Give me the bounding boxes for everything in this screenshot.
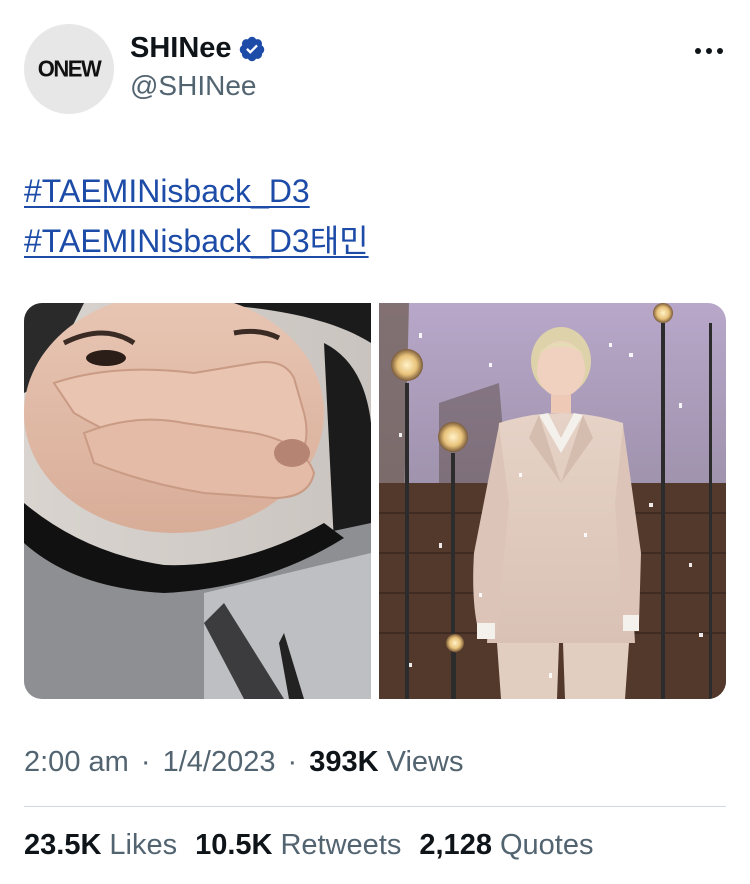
avatar[interactable]: ONEW bbox=[24, 24, 114, 114]
likes-label: Likes bbox=[109, 829, 178, 861]
tweet-time[interactable]: 2:00 am bbox=[24, 746, 129, 778]
photo-stage[interactable] bbox=[379, 303, 726, 699]
tweet-text: #TAEMINisback_D3 #TAEMINisback_D3태민 bbox=[24, 166, 369, 266]
separator-dot: · bbox=[287, 746, 298, 778]
retweets-label: Retweets bbox=[280, 829, 402, 861]
user-handle[interactable]: @SHINee bbox=[130, 70, 256, 102]
engagement-stats: 23.5K Likes 10.5K Retweets 2,128 Quotes bbox=[24, 829, 593, 862]
hashtag-link[interactable]: #TAEMINisback_D3태민 bbox=[24, 216, 369, 266]
tweet-header: ONEW SHINee @SHINee bbox=[24, 24, 726, 116]
likes-count: 23.5K bbox=[24, 829, 102, 861]
tweet-meta: 2:00 am · 1/4/2023 · 393K Views bbox=[24, 746, 464, 779]
retweets-stat[interactable]: 10.5K Retweets bbox=[195, 829, 401, 862]
media-grid bbox=[24, 303, 726, 699]
avatar-logo-text: ONEW bbox=[37, 55, 102, 82]
views-count: 393K bbox=[309, 746, 379, 778]
hashtag-link[interactable]: #TAEMINisback_D3 bbox=[24, 166, 369, 216]
more-options-icon[interactable] bbox=[692, 34, 726, 68]
quotes-stat[interactable]: 2,128 Quotes bbox=[419, 829, 593, 862]
name-row: SHINee bbox=[130, 32, 266, 65]
retweets-count: 10.5K bbox=[195, 829, 273, 861]
display-name[interactable]: SHINee bbox=[130, 32, 232, 65]
photo-selfie[interactable] bbox=[24, 303, 371, 699]
separator-dot: · bbox=[140, 746, 151, 778]
views-label: Views bbox=[386, 746, 464, 778]
quotes-count: 2,128 bbox=[419, 829, 492, 861]
verified-badge-icon bbox=[238, 35, 266, 63]
quotes-label: Quotes bbox=[499, 829, 594, 861]
likes-stat[interactable]: 23.5K Likes bbox=[24, 829, 177, 862]
divider bbox=[24, 806, 726, 807]
tweet-date[interactable]: 1/4/2023 bbox=[163, 746, 276, 778]
